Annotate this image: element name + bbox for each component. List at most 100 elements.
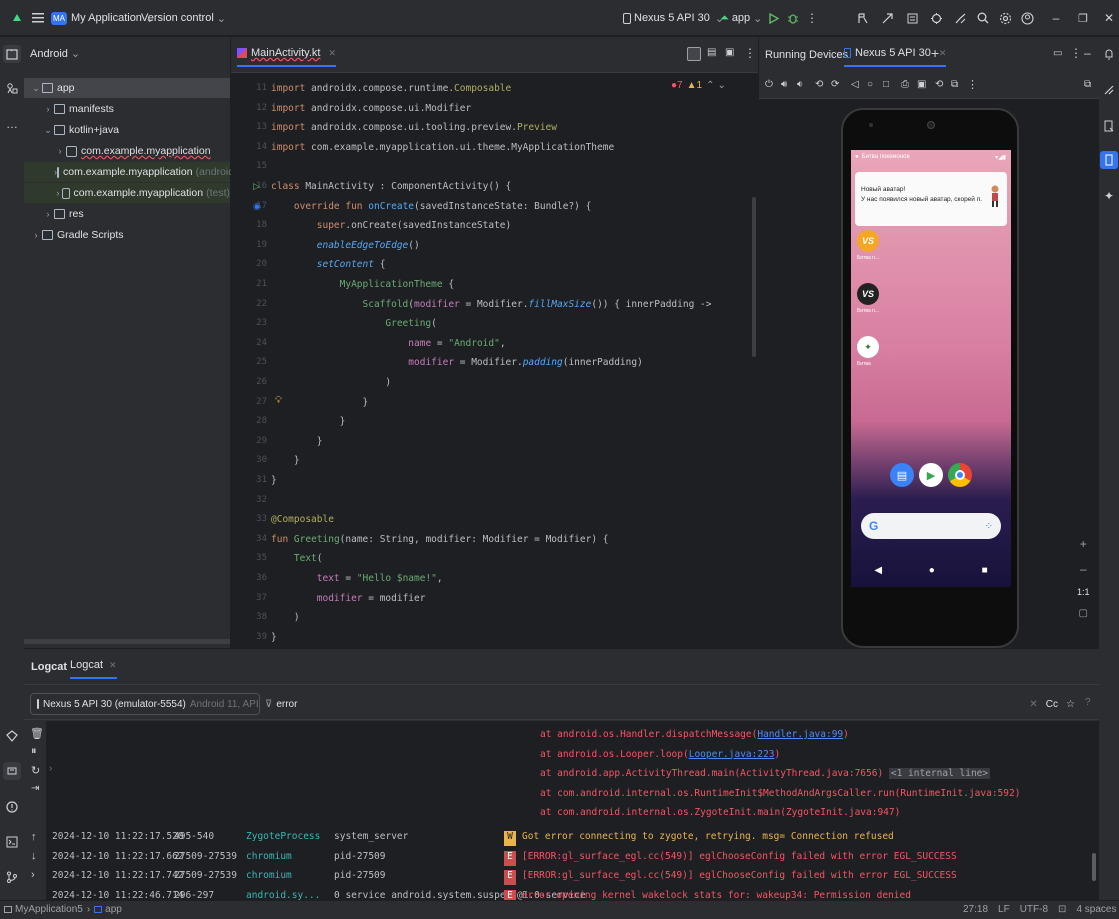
volume-up-icon[interactable]: 🔊︎ — [781, 79, 787, 90]
more-actions-icon[interactable]: ⋮ — [803, 9, 821, 27]
power-icon[interactable]: ⏻ — [765, 79, 773, 90]
emulator-more-icon[interactable]: ⋮ — [967, 78, 978, 91]
tree-item[interactable]: › com.example.myapplication — [24, 141, 230, 161]
restart-icon[interactable]: ↻ — [31, 764, 40, 777]
breadcrumb-project[interactable]: MyApplication5 — [15, 904, 83, 915]
breadcrumb-module[interactable]: app — [105, 904, 122, 915]
screen-record-icon[interactable]: ▣ — [917, 79, 926, 90]
hide-panel-icon[interactable]: – — [1084, 46, 1091, 60]
project-selector[interactable]: MA My Application ⌄ — [51, 0, 154, 36]
version-control-icon[interactable] — [3, 868, 21, 886]
chevron-right-icon[interactable]: › — [54, 146, 66, 156]
volume-down-icon[interactable]: 🔉︎ — [797, 79, 803, 90]
match-case-toggle[interactable]: Cc — [1046, 699, 1058, 710]
debug-icon[interactable] — [784, 9, 802, 27]
home-app[interactable]: ✦ Битва — [857, 336, 897, 367]
settings-gear-icon[interactable] — [996, 9, 1014, 27]
project-view-selector[interactable]: Android ⌄ — [30, 47, 80, 61]
indent-setting[interactable]: 4 spaces — [1076, 904, 1116, 915]
snapshot-icon[interactable]: ⟲ — [935, 79, 943, 90]
apply-changes-icon[interactable] — [878, 9, 896, 27]
chevron-right-icon[interactable]: › — [54, 188, 62, 198]
messages-app-icon[interactable]: ▤ — [890, 463, 914, 487]
code-view-icon[interactable] — [687, 47, 701, 61]
device-selector[interactable]: Nexus 5 API 30 ⌄ — [623, 0, 724, 36]
tab-mainactivity[interactable]: MainActivity.kt ✕ — [237, 47, 337, 67]
search-icon[interactable] — [974, 9, 992, 27]
code-area[interactable]: 11 import androidx.compose.runtime.Compos… — [231, 77, 758, 648]
tree-item[interactable]: › Gradle Scripts — [24, 225, 230, 245]
zoom-level[interactable]: 1:1 — [1077, 587, 1090, 597]
pause-icon[interactable]: ⏸︎ — [31, 745, 37, 758]
source-link[interactable]: Looper.java:223 — [689, 749, 775, 760]
scroll-up-icon[interactable]: ↑ — [31, 831, 37, 843]
close-icon[interactable]: ✕ — [1100, 9, 1118, 27]
run-config-selector[interactable]: ⏶ app ⌄ — [720, 0, 762, 36]
sync-gradle-icon[interactable] — [853, 9, 871, 27]
main-menu-icon[interactable] — [29, 9, 47, 27]
terminal-icon[interactable] — [3, 833, 21, 851]
panel-more-icon[interactable]: ⋮ — [1070, 46, 1082, 60]
soft-wrap-icon[interactable]: ⇥ — [31, 783, 39, 794]
rotate-right-icon[interactable]: ⟳ — [831, 79, 839, 90]
tree-item[interactable]: ⌄ kotlin+java — [24, 120, 230, 140]
chevron-down-icon[interactable]: ⌄ — [42, 125, 54, 136]
chevron-right-icon[interactable]: › — [42, 104, 54, 114]
run-icon[interactable] — [765, 9, 783, 27]
line-separator[interactable]: LF — [998, 904, 1010, 915]
tree-item[interactable]: › com.example.myapplication (androidTest) — [24, 162, 257, 182]
phone-screen[interactable]: ● Битва покемонов ▾◢▮ Новый аватар! У на… — [851, 150, 1011, 587]
nav-home-icon[interactable]: ● — [929, 565, 935, 576]
back-icon[interactable]: ◁ — [851, 79, 859, 90]
collapsed-lines-badge[interactable]: <1 internal line> — [888, 768, 991, 779]
device-explorer-icon[interactable] — [1100, 117, 1118, 135]
version-control-menu[interactable]: Version control ⌄ — [141, 0, 226, 36]
favorite-filter-icon[interactable]: ☆ — [1066, 699, 1075, 710]
problems-icon[interactable] — [3, 798, 21, 816]
gemini-icon[interactable] — [951, 9, 969, 27]
account-icon[interactable] — [1018, 9, 1036, 27]
run-gutter-icon[interactable]: ▷ — [253, 181, 260, 192]
screenshot-icon[interactable]: ⎙ — [901, 79, 909, 90]
build-variants-icon[interactable] — [3, 727, 21, 745]
collapse-chevron-icon[interactable]: › — [49, 763, 52, 774]
readonly-toggle-icon[interactable]: ⊡ — [1058, 904, 1066, 915]
nav-recents-icon[interactable]: ■ — [982, 565, 988, 576]
close-tab-icon[interactable]: ✕ — [109, 660, 117, 671]
project-tool-icon[interactable] — [3, 45, 21, 63]
chevron-right-icon[interactable]: › — [42, 209, 54, 219]
nav-back-icon[interactable]: ◀ — [874, 565, 882, 576]
scroll-down-icon[interactable]: ↓ — [31, 850, 37, 862]
logcat-tool-icon[interactable] — [3, 762, 21, 780]
minimize-icon[interactable]: – — [1047, 9, 1065, 27]
chrome-app-icon[interactable] — [948, 463, 972, 487]
editor-scrollbar[interactable] — [752, 197, 756, 357]
clear-logcat-icon[interactable]: 🗑︎ — [30, 727, 44, 740]
more-tools-icon[interactable]: … — [3, 115, 21, 133]
intention-bulb-icon[interactable]: 💡︎ — [275, 395, 282, 406]
tree-item[interactable]: ⌄ app — [24, 78, 230, 98]
tab-logcat[interactable]: Logcat ✕ — [70, 659, 117, 679]
mirror-device-icon[interactable]: ⧉ — [1084, 79, 1091, 90]
caret-position[interactable]: 27:18 — [963, 904, 988, 915]
sdk-manager-icon[interactable] — [927, 9, 945, 27]
logcat-filter-field[interactable]: ⊽ error ✕ Cc ☆ — [265, 693, 1075, 715]
close-tab-icon[interactable]: ✕ — [939, 48, 947, 59]
logcat-scrollbar[interactable] — [1092, 853, 1096, 881]
chevron-right-icon[interactable]: › — [30, 230, 42, 240]
editor-more-icon[interactable]: ⋮ — [744, 46, 756, 60]
resource-manager-icon[interactable] — [3, 79, 21, 97]
google-search-bar[interactable]: G ⁘ — [861, 513, 1001, 539]
help-icon[interactable]: ? — [1085, 697, 1091, 708]
logcat-device-selector[interactable]: Nexus 5 API 30 (emulator-5554) Android 1… — [30, 693, 260, 715]
play-store-app-icon[interactable]: ▶ — [919, 463, 943, 487]
tree-item[interactable]: › com.example.myapplication (test) — [24, 183, 230, 203]
tree-item[interactable]: › manifests — [24, 99, 230, 119]
tree-item[interactable]: › res — [24, 204, 230, 224]
design-view-icon[interactable]: ▣ — [725, 47, 739, 61]
window-options-icon[interactable]: ▭ — [1053, 48, 1062, 59]
add-device-icon[interactable]: + — [931, 45, 939, 61]
home-app[interactable]: VS Битва п... — [857, 230, 897, 261]
gemini-assistant-icon[interactable] — [1100, 81, 1118, 99]
overview-icon[interactable]: □ — [883, 79, 889, 90]
